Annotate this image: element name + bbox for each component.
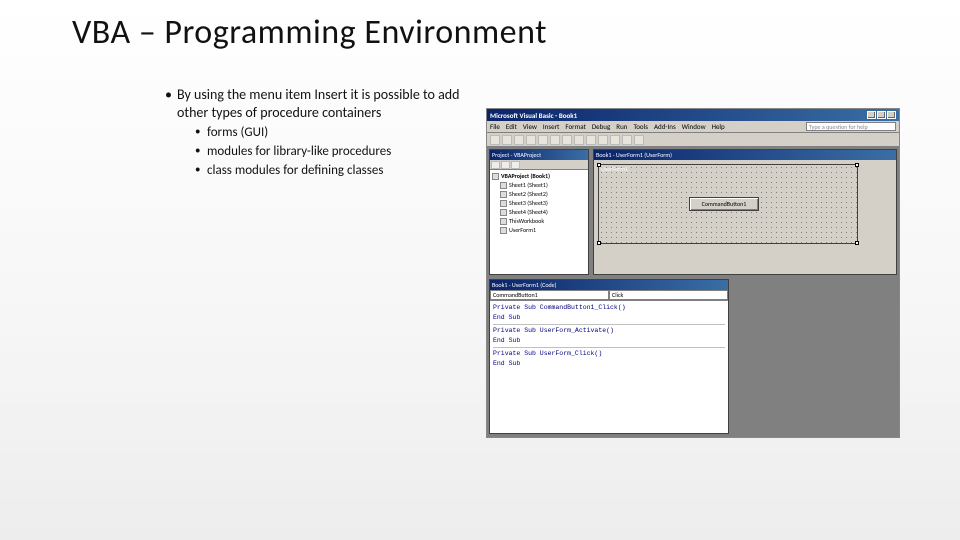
slide: VBA – Programming Environment By using t… [0, 0, 960, 540]
project-explorer-toolbar [490, 160, 588, 170]
ide-toolbar [487, 133, 899, 147]
toolbar-button[interactable] [610, 135, 620, 145]
help-search-input[interactable]: Type a question for help [806, 122, 896, 131]
code-editor[interactable]: Private Sub CommandButton1_Click()End Su… [490, 301, 728, 433]
menu-debug[interactable]: Debug [592, 122, 610, 131]
form-designer-pane: Book1 - UserForm1 (UserForm) UserForm1 C… [593, 149, 897, 275]
ide-menubar: File Edit View Insert Format Debug Run T… [487, 121, 899, 133]
toolbar-button[interactable] [634, 135, 644, 145]
maximize-button[interactable] [877, 111, 886, 119]
close-button[interactable] [887, 111, 896, 119]
menu-insert[interactable]: Insert [543, 122, 559, 131]
code-window-title: Book1 - UserForm1 (Code) [490, 280, 728, 290]
tree-item[interactable]: UserForm1 [492, 226, 586, 235]
menu-view[interactable]: View [523, 122, 537, 131]
sheet-icon [500, 191, 507, 198]
sub-bullet: forms (GUI) [195, 125, 465, 142]
project-explorer-title: Project - VBAProject [490, 150, 588, 160]
sheet-icon [500, 200, 507, 207]
toolbar-button[interactable] [514, 135, 524, 145]
toolbar-button[interactable] [526, 135, 536, 145]
toolbar-button[interactable] [586, 135, 596, 145]
project-icon [492, 173, 499, 180]
menu-addins[interactable]: Add-Ins [654, 122, 676, 131]
toolbar-button[interactable] [550, 135, 560, 145]
ide-titlebar: Microsoft Visual Basic - Book1 [487, 109, 899, 121]
menu-file[interactable]: File [490, 122, 500, 131]
designer-title: Book1 - UserForm1 (UserForm) [594, 150, 896, 160]
bullet-top-text: By using the menu item Insert it is poss… [177, 86, 460, 121]
sheet-icon [500, 209, 507, 216]
menu-run[interactable]: Run [616, 122, 627, 131]
code-window: Book1 - UserForm1 (Code) CommandButton1 … [489, 279, 729, 434]
procedure-combo[interactable]: Click [609, 290, 728, 300]
menu-help[interactable]: Help [712, 122, 725, 131]
menu-format[interactable]: Format [565, 122, 585, 131]
menu-window[interactable]: Window [682, 122, 706, 131]
sub-bullet: modules for library-like procedures [195, 144, 465, 161]
resize-handle[interactable] [597, 163, 601, 167]
tree-item[interactable]: Sheet2 (Sheet2) [492, 190, 586, 199]
designer-canvas[interactable]: UserForm1 CommandButton1 [594, 160, 896, 274]
menu-tools[interactable]: Tools [633, 122, 648, 131]
sub-bullet: class modules for defining classes [195, 163, 465, 180]
userform[interactable]: UserForm1 CommandButton1 [598, 164, 858, 244]
resize-handle[interactable] [855, 163, 859, 167]
tree-item[interactable]: ThisWorkbook [492, 217, 586, 226]
resize-handle[interactable] [597, 241, 601, 245]
toolbar-button[interactable] [574, 135, 584, 145]
toolbar-button[interactable] [538, 135, 548, 145]
proj-toolbar-button[interactable] [511, 161, 520, 169]
vba-ide-window: Microsoft Visual Basic - Book1 File Edit… [486, 108, 900, 438]
project-explorer-pane: Project - VBAProject VBAProject (Book1) … [489, 149, 589, 275]
ide-client-area: Project - VBAProject VBAProject (Book1) … [487, 147, 899, 437]
toolbar-button[interactable] [490, 135, 500, 145]
proj-toolbar-button[interactable] [501, 161, 510, 169]
tree-item[interactable]: Sheet4 (Sheet4) [492, 208, 586, 217]
ide-title: Microsoft Visual Basic - Book1 [490, 111, 577, 120]
sheet-icon [500, 182, 507, 189]
object-combo[interactable]: CommandButton1 [490, 290, 609, 300]
slide-body-text: By using the menu item Insert it is poss… [165, 86, 465, 186]
commandbutton-control[interactable]: CommandButton1 [689, 197, 759, 211]
tree-item[interactable]: Sheet3 (Sheet3) [492, 199, 586, 208]
toolbar-button[interactable] [622, 135, 632, 145]
tree-item[interactable]: Sheet1 (Sheet1) [492, 181, 586, 190]
slide-title: VBA – Programming Environment [72, 12, 547, 53]
resize-handle[interactable] [855, 241, 859, 245]
project-tree[interactable]: VBAProject (Book1) Sheet1 (Sheet1) Sheet… [490, 170, 588, 274]
userform-caption: UserForm1 [599, 165, 857, 174]
bullet-top: By using the menu item Insert it is poss… [165, 86, 465, 180]
menu-edit[interactable]: Edit [506, 122, 517, 131]
minimize-button[interactable] [867, 111, 876, 119]
proj-toolbar-button[interactable] [491, 161, 500, 169]
workbook-icon [500, 218, 507, 225]
toolbar-button[interactable] [562, 135, 572, 145]
toolbar-button[interactable] [502, 135, 512, 145]
toolbar-button[interactable] [598, 135, 608, 145]
form-icon [500, 227, 507, 234]
tree-root[interactable]: VBAProject (Book1) [492, 172, 586, 181]
